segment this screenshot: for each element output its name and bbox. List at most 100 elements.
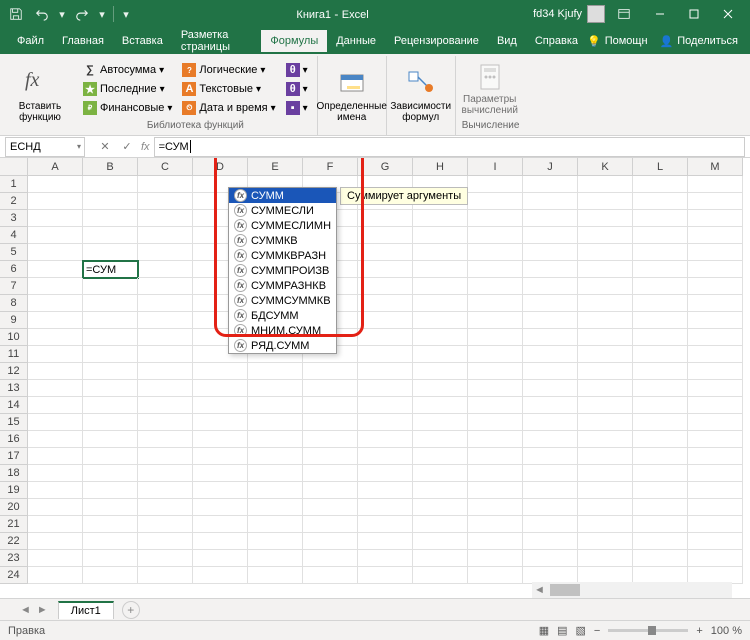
- horizontal-scrollbar[interactable]: ◄: [532, 582, 732, 598]
- cell-I24[interactable]: [468, 567, 523, 584]
- cell-I2[interactable]: [468, 193, 523, 210]
- enter-entry-icon[interactable]: ✓: [117, 138, 137, 156]
- cell-J14[interactable]: [523, 397, 578, 414]
- zoom-slider[interactable]: [608, 629, 688, 632]
- cell-I20[interactable]: [468, 499, 523, 516]
- cell-M12[interactable]: [688, 363, 743, 380]
- fx-icon[interactable]: fx: [141, 141, 150, 153]
- cell-M11[interactable]: [688, 346, 743, 363]
- cell-A12[interactable]: [28, 363, 83, 380]
- cell-B21[interactable]: [83, 516, 138, 533]
- cell-H19[interactable]: [413, 482, 468, 499]
- cell-C1[interactable]: [138, 176, 193, 193]
- cell-L10[interactable]: [633, 329, 688, 346]
- cell-G8[interactable]: [358, 295, 413, 312]
- tab-data[interactable]: Данные: [327, 30, 385, 52]
- undo-icon[interactable]: [31, 3, 53, 25]
- cell-D16[interactable]: [193, 431, 248, 448]
- cell-C18[interactable]: [138, 465, 193, 482]
- col-header-I[interactable]: I: [468, 158, 523, 176]
- cell-A2[interactable]: [28, 193, 83, 210]
- cell-C20[interactable]: [138, 499, 193, 516]
- cell-L16[interactable]: [633, 431, 688, 448]
- cell-J11[interactable]: [523, 346, 578, 363]
- cell-C11[interactable]: [138, 346, 193, 363]
- cell-E21[interactable]: [248, 516, 303, 533]
- cell-C23[interactable]: [138, 550, 193, 567]
- cell-B19[interactable]: [83, 482, 138, 499]
- cell-K11[interactable]: [578, 346, 633, 363]
- cell-F17[interactable]: [303, 448, 358, 465]
- cell-M7[interactable]: [688, 278, 743, 295]
- col-header-J[interactable]: J: [523, 158, 578, 176]
- col-header-B[interactable]: B: [83, 158, 138, 176]
- redo-dropdown-icon[interactable]: ▾: [97, 3, 107, 25]
- cell-A15[interactable]: [28, 414, 83, 431]
- cell-B16[interactable]: [83, 431, 138, 448]
- cell-C2[interactable]: [138, 193, 193, 210]
- cell-C13[interactable]: [138, 380, 193, 397]
- row-header-6[interactable]: 6: [0, 261, 28, 278]
- cell-F12[interactable]: [303, 363, 358, 380]
- cell-J10[interactable]: [523, 329, 578, 346]
- cell-K9[interactable]: [578, 312, 633, 329]
- cell-K12[interactable]: [578, 363, 633, 380]
- row-header-16[interactable]: 16: [0, 431, 28, 448]
- cell-G20[interactable]: [358, 499, 413, 516]
- cell-G19[interactable]: [358, 482, 413, 499]
- cell-A9[interactable]: [28, 312, 83, 329]
- cell-J23[interactable]: [523, 550, 578, 567]
- row-header-5[interactable]: 5: [0, 244, 28, 261]
- cell-A17[interactable]: [28, 448, 83, 465]
- cell-K14[interactable]: [578, 397, 633, 414]
- cell-D14[interactable]: [193, 397, 248, 414]
- cell-M9[interactable]: [688, 312, 743, 329]
- cell-J1[interactable]: [523, 176, 578, 193]
- cell-I9[interactable]: [468, 312, 523, 329]
- cell-B18[interactable]: [83, 465, 138, 482]
- cell-I8[interactable]: [468, 295, 523, 312]
- cell-G7[interactable]: [358, 278, 413, 295]
- recent-button[interactable]: ★Последние ▾: [80, 80, 175, 98]
- cell-C6[interactable]: [138, 261, 193, 278]
- cell-B4[interactable]: [83, 227, 138, 244]
- cell-F18[interactable]: [303, 465, 358, 482]
- sheet-nav-prev-icon[interactable]: ◄: [20, 604, 31, 616]
- cell-M16[interactable]: [688, 431, 743, 448]
- cell-A21[interactable]: [28, 516, 83, 533]
- function-autocomplete[interactable]: fxСУММfxСУММЕСЛИfxСУММЕСЛИМНfxСУММКВfxСУ…: [228, 187, 337, 354]
- cell-L7[interactable]: [633, 278, 688, 295]
- cell-B6[interactable]: =СУМ: [83, 261, 138, 278]
- cell-M15[interactable]: [688, 414, 743, 431]
- row-header-15[interactable]: 15: [0, 414, 28, 431]
- autocomplete-item[interactable]: fxРЯД.СУММ: [229, 338, 336, 353]
- cell-I17[interactable]: [468, 448, 523, 465]
- cell-J22[interactable]: [523, 533, 578, 550]
- cell-H23[interactable]: [413, 550, 468, 567]
- cell-G16[interactable]: [358, 431, 413, 448]
- row-header-14[interactable]: 14: [0, 397, 28, 414]
- row-header-12[interactable]: 12: [0, 363, 28, 380]
- row-header-11[interactable]: 11: [0, 346, 28, 363]
- cell-I4[interactable]: [468, 227, 523, 244]
- cell-D13[interactable]: [193, 380, 248, 397]
- user-account[interactable]: fd34 Kjufy: [533, 5, 605, 23]
- cell-F16[interactable]: [303, 431, 358, 448]
- cell-J3[interactable]: [523, 210, 578, 227]
- autocomplete-item[interactable]: fxСУММКВ: [229, 233, 336, 248]
- cell-D24[interactable]: [193, 567, 248, 584]
- cell-G18[interactable]: [358, 465, 413, 482]
- cell-L14[interactable]: [633, 397, 688, 414]
- cell-L5[interactable]: [633, 244, 688, 261]
- cell-B22[interactable]: [83, 533, 138, 550]
- cell-C14[interactable]: [138, 397, 193, 414]
- cell-I22[interactable]: [468, 533, 523, 550]
- formula-deps-button[interactable]: Зависимости формул: [393, 58, 449, 133]
- name-box[interactable]: ЕСНД: [5, 137, 85, 157]
- cell-D22[interactable]: [193, 533, 248, 550]
- undo-dropdown-icon[interactable]: ▾: [57, 3, 67, 25]
- cell-M22[interactable]: [688, 533, 743, 550]
- tab-formulas[interactable]: Формулы: [261, 30, 327, 52]
- cell-F22[interactable]: [303, 533, 358, 550]
- add-sheet-button[interactable]: +: [122, 601, 140, 619]
